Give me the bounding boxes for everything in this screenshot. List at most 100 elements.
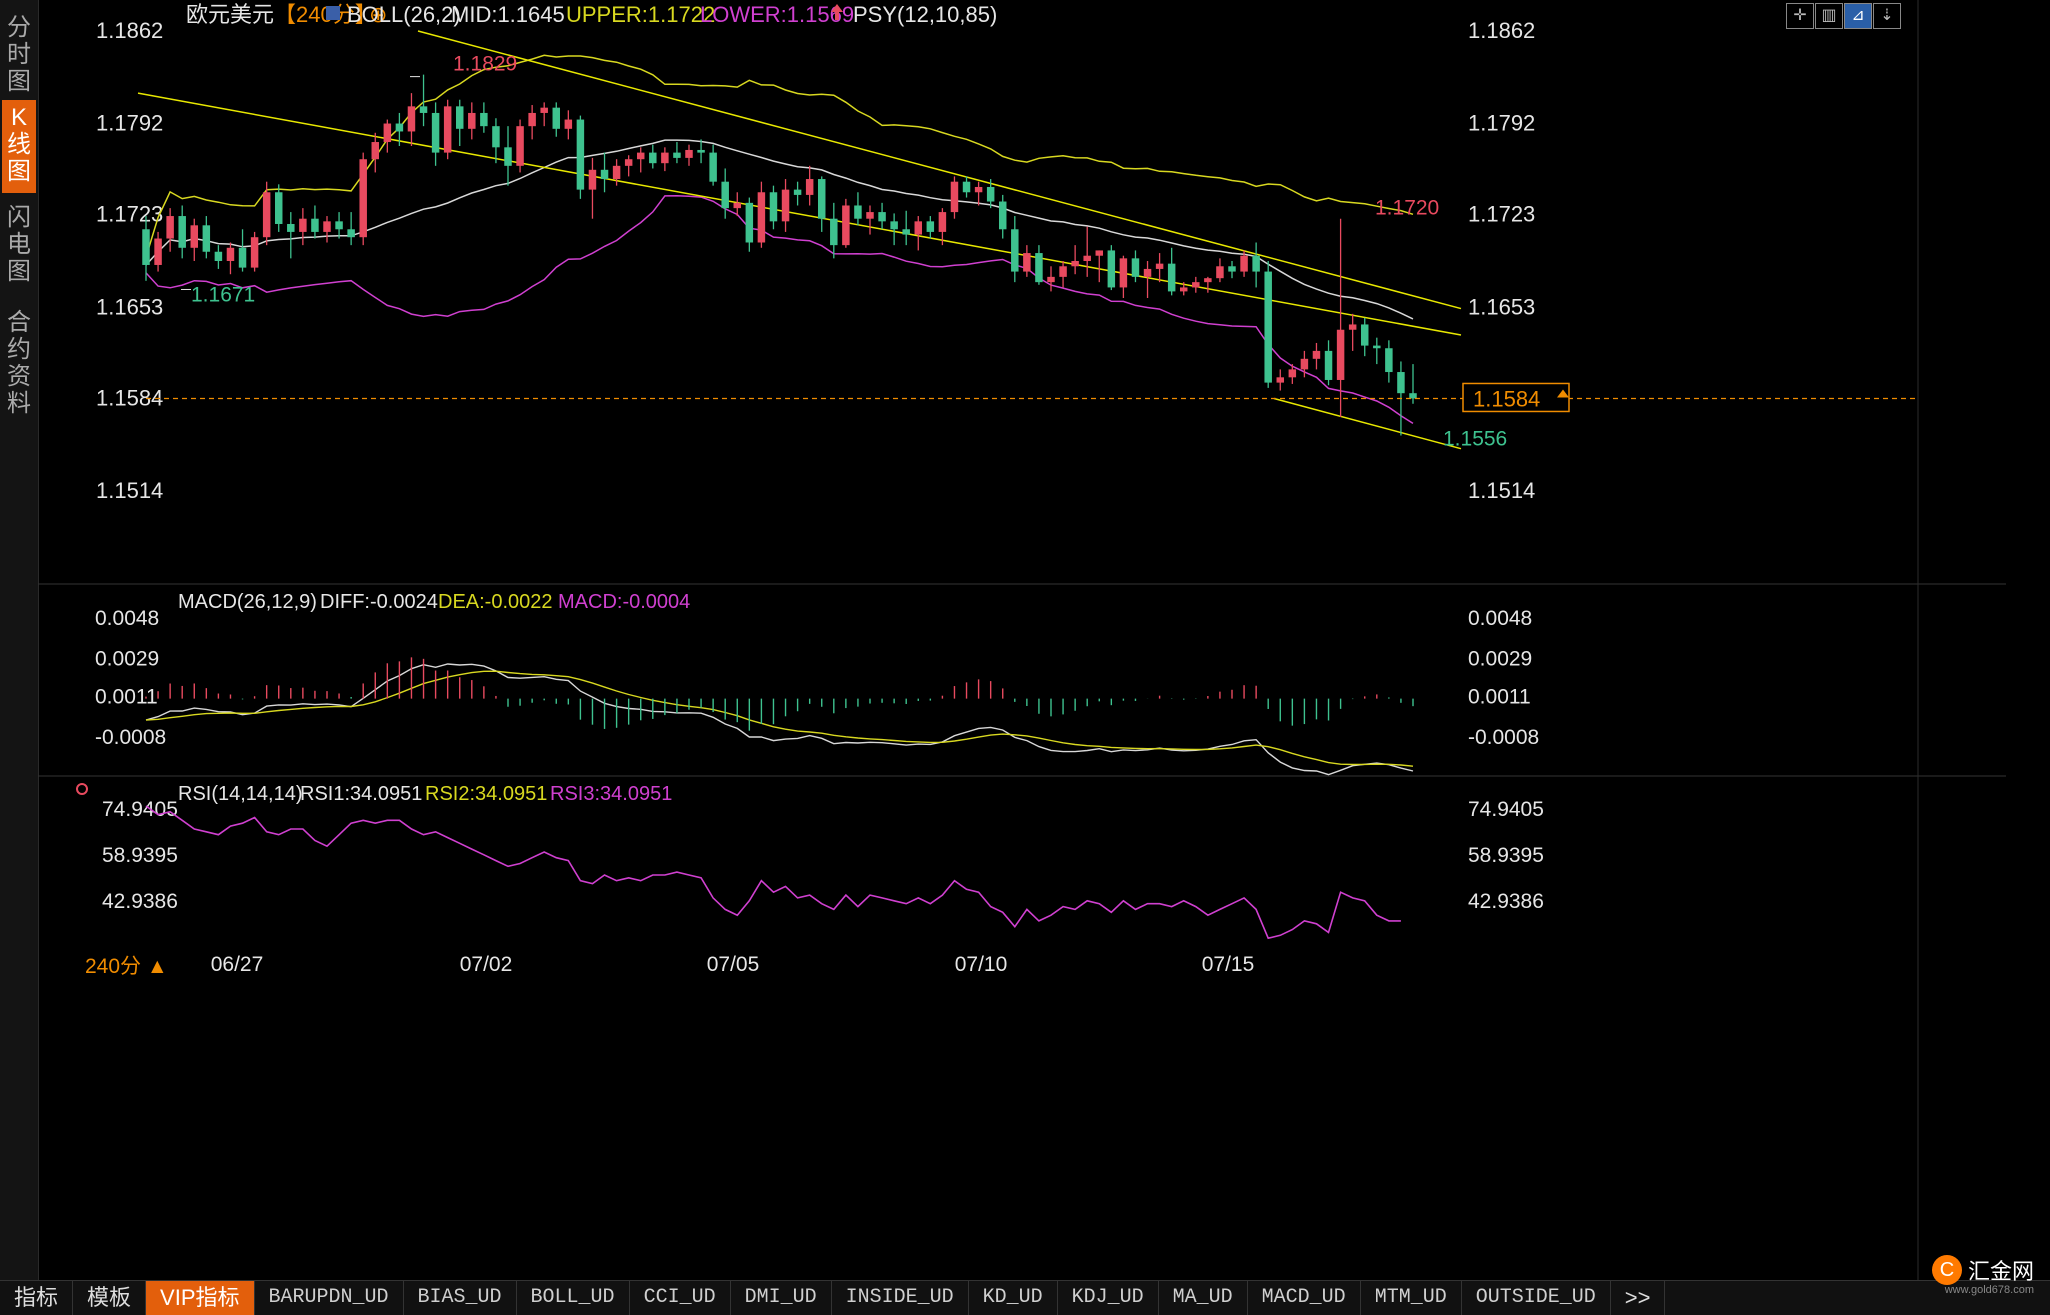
candle-body[interactable] <box>1324 350 1333 380</box>
candle-body[interactable] <box>311 218 319 232</box>
candle-body[interactable] <box>552 107 561 129</box>
arrow-down-icon[interactable]: ⇣ <box>1873 3 1901 29</box>
candle-icon[interactable]: ▥ <box>1815 3 1843 29</box>
candle-body[interactable] <box>299 218 307 232</box>
candle-body[interactable] <box>154 238 162 265</box>
candle-body[interactable] <box>274 192 283 224</box>
candle-body[interactable] <box>528 112 536 127</box>
candle-body[interactable] <box>673 152 681 158</box>
candle-body[interactable] <box>335 221 343 230</box>
candle-body[interactable] <box>1216 266 1224 279</box>
candle-body[interactable] <box>745 202 754 243</box>
candle-body[interactable] <box>781 189 790 222</box>
indicator-tab-7[interactable]: DMI_UD <box>731 1281 832 1315</box>
candle-body[interactable] <box>926 221 935 232</box>
candle-body[interactable] <box>600 169 609 180</box>
candle-body[interactable] <box>443 106 452 153</box>
candle-body[interactable] <box>516 126 524 166</box>
candle-body[interactable] <box>347 229 355 238</box>
sidebar-tab-3[interactable]: 合 约 资 料 <box>2 305 36 425</box>
sidebar-tab-0[interactable]: 分 时 图 <box>2 10 36 103</box>
candle-body[interactable] <box>142 229 150 265</box>
crosshair-icon[interactable]: ✛ <box>1786 3 1814 29</box>
candle-body[interactable] <box>938 212 947 232</box>
candle-body[interactable] <box>830 218 838 246</box>
candle-body[interactable] <box>395 123 404 132</box>
candle-body[interactable] <box>564 119 573 129</box>
candle-body[interactable] <box>721 181 729 209</box>
candle-body[interactable] <box>890 221 898 230</box>
candle-body[interactable] <box>455 106 464 129</box>
candle-body[interactable] <box>878 212 886 222</box>
candle-body[interactable] <box>769 192 778 222</box>
indicator-tab-3[interactable]: BARUPDN_UD <box>255 1281 404 1315</box>
candle-body[interactable] <box>1095 250 1104 256</box>
rsi-settings-icon[interactable] <box>76 783 88 795</box>
candle-body[interactable] <box>805 179 814 195</box>
candle-body[interactable] <box>842 205 850 246</box>
indicator-tab-12[interactable]: MACD_UD <box>1248 1281 1361 1315</box>
indicator-tab-8[interactable]: INSIDE_UD <box>832 1281 969 1315</box>
indicator-tab-11[interactable]: MA_UD <box>1159 1281 1248 1315</box>
candle-body[interactable] <box>1143 268 1152 277</box>
candle-body[interactable] <box>226 247 235 261</box>
period-button[interactable]: 240分 ▲ <box>85 955 168 978</box>
candle-body[interactable] <box>1192 282 1200 288</box>
candle-body[interactable] <box>1035 253 1043 283</box>
candle-body[interactable] <box>914 221 923 235</box>
line-chart-icon[interactable]: ⊿ <box>1844 3 1872 29</box>
indicator-tab-9[interactable]: KD_UD <box>969 1281 1058 1315</box>
candle-body[interactable] <box>166 216 174 239</box>
candle-body[interactable] <box>1348 324 1357 330</box>
candle-body[interactable] <box>250 237 259 268</box>
indicator-tab-6[interactable]: CCI_UD <box>630 1281 731 1315</box>
indicator-tab-5[interactable]: BOLL_UD <box>517 1281 630 1315</box>
candle-body[interactable] <box>1167 263 1176 292</box>
candle-body[interactable] <box>431 112 440 153</box>
candle-body[interactable] <box>1155 263 1164 269</box>
candle-body[interactable] <box>1288 369 1297 378</box>
candle-body[interactable] <box>202 225 211 252</box>
candle-body[interactable] <box>661 152 669 164</box>
candle-body[interactable] <box>359 159 367 238</box>
candle-body[interactable] <box>902 229 910 235</box>
candle-body[interactable] <box>685 149 693 158</box>
candle-body[interactable] <box>1312 350 1321 359</box>
candle-body[interactable] <box>757 192 766 243</box>
candle-body[interactable] <box>1409 393 1417 399</box>
candle-body[interactable] <box>214 251 223 261</box>
indicator-tab-15[interactable]: >> <box>1611 1281 1666 1315</box>
candle-body[interactable] <box>950 181 959 213</box>
indicator-tab-1[interactable]: 模板 <box>73 1281 147 1315</box>
candle-body[interactable] <box>1204 278 1212 283</box>
candle-body[interactable] <box>1083 255 1091 261</box>
indicator-tab-13[interactable]: MTM_UD <box>1361 1281 1462 1315</box>
candle-body[interactable] <box>480 112 488 127</box>
indicator-tab-4[interactable]: BIAS_UD <box>404 1281 517 1315</box>
candle-body[interactable] <box>178 216 186 248</box>
candle-body[interactable] <box>492 126 500 148</box>
candle-body[interactable] <box>238 247 247 268</box>
kline-chart[interactable]: 欧元美元 【240分】⊕BOLL(26,2)MID:1.1645 UPPER:1.1… <box>38 0 2050 1280</box>
candle-body[interactable] <box>709 152 717 182</box>
candle-body[interactable] <box>624 159 633 166</box>
candle-body[interactable] <box>1071 261 1079 267</box>
candle-body[interactable] <box>407 106 416 132</box>
candle-body[interactable] <box>190 225 199 248</box>
candle-body[interactable] <box>540 107 548 113</box>
candle-body[interactable] <box>419 106 428 113</box>
candle-body[interactable] <box>371 142 380 160</box>
candle-body[interactable] <box>1059 266 1067 277</box>
indicator-tab-14[interactable]: OUTSIDE_UD <box>1462 1281 1611 1315</box>
candle-body[interactable] <box>588 169 597 190</box>
candle-body[interactable] <box>1336 329 1345 380</box>
candle-body[interactable] <box>1228 266 1236 272</box>
candle-body[interactable] <box>1023 253 1031 272</box>
candle-body[interactable] <box>866 212 874 219</box>
candle-body[interactable] <box>1385 348 1393 373</box>
candle-body[interactable] <box>854 205 862 219</box>
candle-body[interactable] <box>962 181 971 193</box>
candle-body[interactable] <box>1179 287 1188 292</box>
candle-body[interactable] <box>612 165 621 180</box>
candle-body[interactable] <box>1011 229 1019 272</box>
